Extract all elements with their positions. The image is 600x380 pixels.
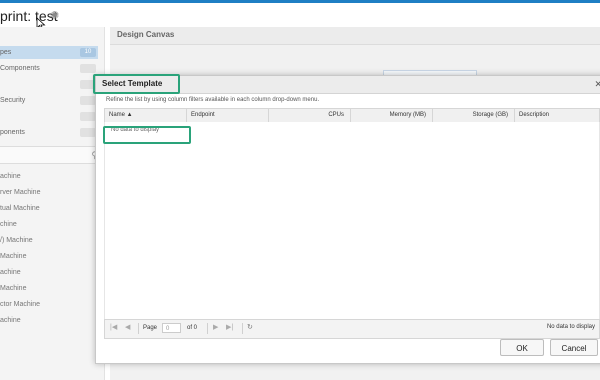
- page-label: Page: [143, 325, 158, 331]
- close-icon[interactable]: ✕: [594, 79, 600, 90]
- dialog-title-highlight: [93, 74, 180, 94]
- ok-button[interactable]: OK: [500, 339, 544, 356]
- page-number-input[interactable]: 0: [162, 323, 181, 333]
- column-cpus[interactable]: CPUs: [269, 109, 351, 122]
- page-count: of 0: [187, 325, 198, 331]
- category-item[interactable]: ponents: [0, 126, 98, 139]
- design-canvas-header: Design Canvas: [110, 27, 600, 45]
- category-item[interactable]: [0, 78, 98, 91]
- component-item[interactable]: rver Machine: [0, 186, 40, 200]
- next-page-icon[interactable]: ▶: [213, 323, 218, 333]
- count-badge: [80, 96, 96, 105]
- page-title: print: test: [0, 8, 58, 24]
- count-badge: [80, 64, 96, 73]
- design-canvas-title: Design Canvas: [117, 30, 175, 39]
- template-grid: Name ▲ Endpoint CPUs Memory (MB) Storage…: [104, 108, 600, 376]
- component-sidebar: pes 10 Components Security ponents ⚲ ach…: [0, 27, 105, 380]
- component-item[interactable]: Machine: [0, 282, 26, 296]
- pager-divider: [207, 323, 208, 334]
- empty-message-highlight: [103, 126, 191, 144]
- component-search-input[interactable]: ⚲: [0, 146, 104, 164]
- grid-pager: |◀ ◀ Page 0 of 0 ▶ ▶| ↻ No data to displ…: [104, 319, 600, 339]
- component-item[interactable]: tual Machine: [0, 202, 40, 216]
- pager-status: No data to display: [546, 324, 595, 330]
- pager-divider: [242, 323, 243, 334]
- column-name[interactable]: Name ▲: [105, 109, 187, 122]
- component-item[interactable]: ctor Machine: [0, 298, 40, 312]
- component-item[interactable]: achine: [0, 314, 21, 328]
- column-description[interactable]: Description: [515, 109, 599, 122]
- component-item[interactable]: achine: [0, 266, 21, 280]
- category-item[interactable]: Components: [0, 62, 98, 75]
- category-item[interactable]: Security: [0, 94, 98, 107]
- grid-header: Name ▲ Endpoint CPUs Memory (MB) Storage…: [104, 108, 600, 123]
- component-item[interactable]: Machine: [0, 250, 26, 264]
- select-template-dialog: Select Template ✕ Refine the list by usi…: [95, 75, 600, 364]
- count-badge: [80, 112, 96, 121]
- refresh-icon[interactable]: ↻: [247, 323, 253, 333]
- grid-body: No data to display: [104, 122, 600, 320]
- first-page-icon[interactable]: |◀: [110, 323, 117, 333]
- last-page-icon[interactable]: ▶|: [226, 323, 233, 333]
- count-badge: 10: [80, 48, 96, 57]
- cancel-button[interactable]: Cancel: [550, 339, 598, 356]
- component-item[interactable]: chine: [0, 218, 17, 232]
- category-item[interactable]: [0, 110, 98, 123]
- title-row: print: test ✺: [0, 3, 600, 31]
- gear-icon[interactable]: ✺: [50, 10, 62, 22]
- category-item[interactable]: pes 10: [0, 46, 98, 59]
- column-memory[interactable]: Memory (MB): [351, 109, 433, 122]
- pager-divider: [138, 323, 139, 334]
- count-badge: [80, 128, 96, 137]
- dialog-hint: Refine the list by using column filters …: [106, 97, 320, 103]
- component-item[interactable]: achine: [0, 170, 21, 184]
- previous-page-icon[interactable]: ◀: [125, 323, 130, 333]
- component-item[interactable]: /) Machine: [0, 234, 33, 248]
- column-storage[interactable]: Storage (GB): [433, 109, 515, 122]
- column-endpoint[interactable]: Endpoint: [187, 109, 269, 122]
